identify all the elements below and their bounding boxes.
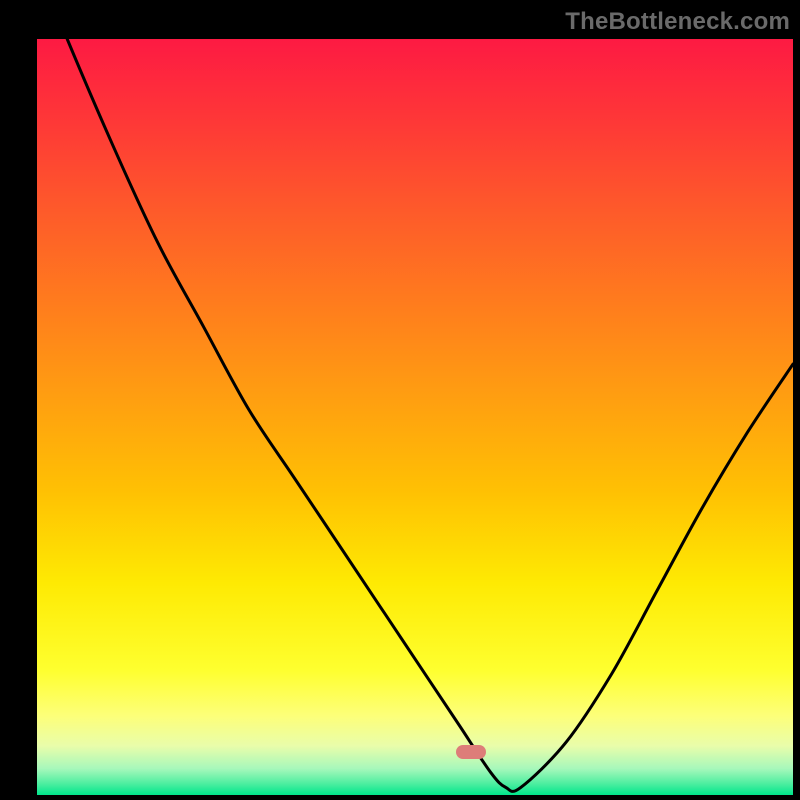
bottleneck-curve	[37, 39, 793, 795]
chart-frame: TheBottleneck.com	[0, 0, 800, 800]
minimum-marker	[456, 745, 486, 759]
plot-area	[37, 39, 793, 795]
watermark-text: TheBottleneck.com	[565, 8, 790, 36]
